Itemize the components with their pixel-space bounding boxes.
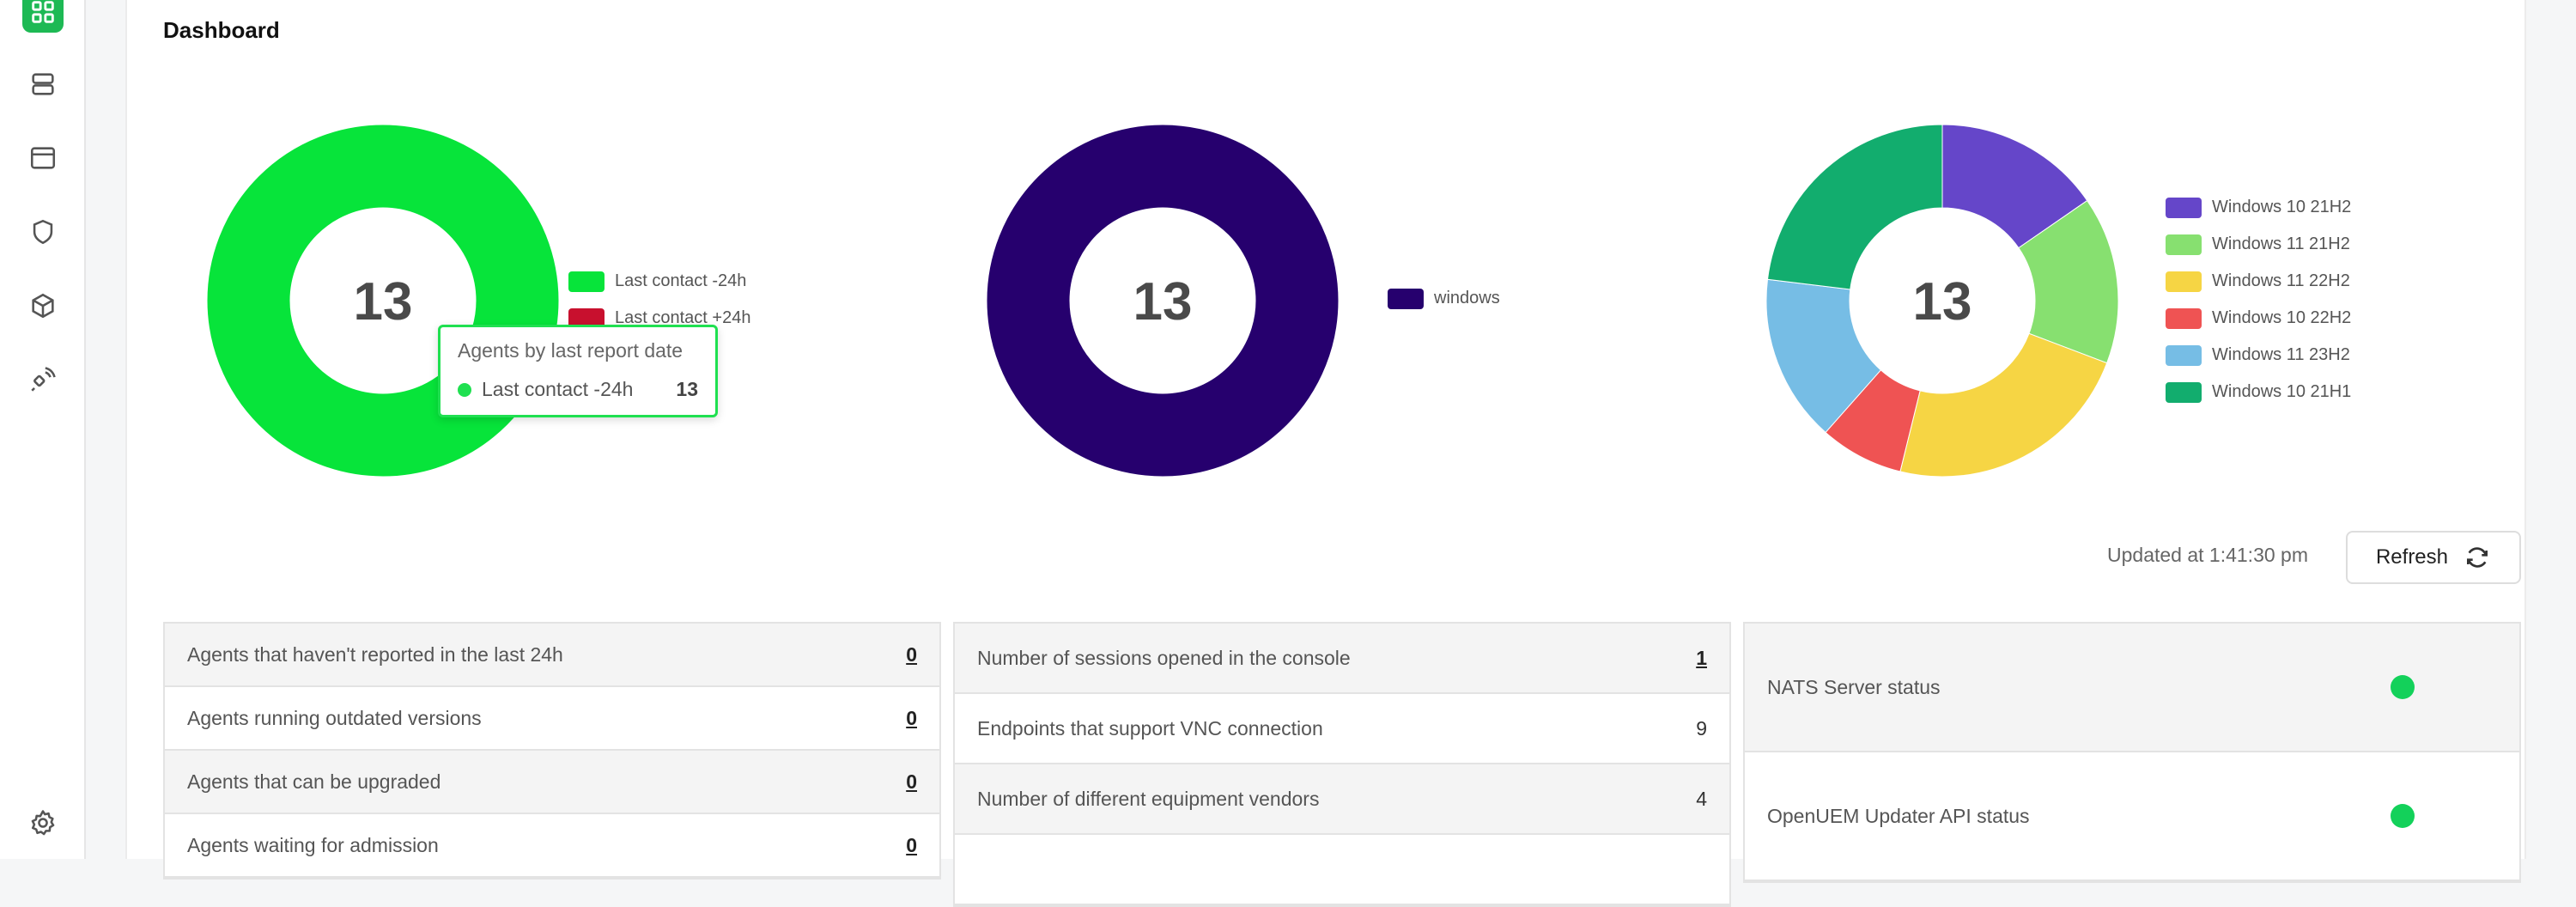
table-row: Number of sessions opened in the console… — [955, 624, 1729, 694]
dashboard-panel: Dashboard 13 Last contact -24h Last cont… — [125, 0, 2526, 907]
agents-by-os-chart: 13 — [982, 120, 1343, 485]
donut-chart-1: 13 — [206, 124, 560, 478]
dashboard-icon[interactable] — [22, 0, 64, 33]
gear-icon[interactable] — [22, 802, 64, 843]
row-value-link[interactable]: 0 — [906, 770, 917, 794]
row-label: Number of different equipment vendors — [977, 787, 1320, 810]
row-label: Number of sessions opened in the console — [977, 646, 1351, 669]
legend-label: Windows 11 22H2 — [2212, 271, 2350, 290]
legend-label: windows — [1434, 289, 1500, 307]
updated-timestamp: Updated at 1:41:30 pm — [2107, 544, 2308, 566]
row-label: NATS Server status — [1767, 675, 1941, 698]
legend-label: Windows 10 21H1 — [2212, 382, 2352, 401]
agents-by-report-date-chart: 13 — [203, 120, 563, 485]
donut-chart-3: 13 — [1765, 124, 2119, 478]
legend-swatch — [2166, 307, 2202, 329]
row-value: 9 — [1696, 716, 1707, 740]
table-row: Endpoints that support VNC connection 9 — [955, 694, 1729, 764]
table-row: Agents running outdated versions 0 — [165, 687, 939, 751]
agents-summary-table: Agents that haven't reported in the last… — [163, 622, 941, 880]
tooltip-title: Agents by last report date — [458, 339, 683, 362]
donut-center-value: 13 — [354, 272, 413, 332]
legend-label: Windows 11 23H2 — [2212, 345, 2350, 364]
row-label: OpenUEM Updater API status — [1767, 804, 2030, 827]
legend-swatch — [2166, 344, 2202, 366]
table-row: Agents that can be upgraded 0 — [165, 751, 939, 814]
table-row — [955, 835, 1729, 905]
legend-item[interactable]: Windows 11 22H2 — [2166, 263, 2351, 300]
table-row: OpenUEM Updater API status — [1745, 752, 2519, 881]
row-label: Agents that can be upgraded — [187, 770, 441, 793]
legend-item[interactable]: Windows 10 21H1 — [2166, 374, 2351, 411]
row-value-link[interactable]: 0 — [906, 707, 917, 730]
legend-item[interactable]: Windows 11 23H2 — [2166, 337, 2351, 374]
status-indicator-icon — [2391, 804, 2415, 828]
window-icon[interactable] — [22, 137, 64, 179]
chart-2-legend: windows — [1388, 280, 1500, 317]
legend-item[interactable]: windows — [1388, 280, 1500, 317]
satellite-icon[interactable] — [22, 359, 64, 400]
agents-by-os-version-chart: 13 — [1762, 120, 2123, 485]
row-label: Agents that haven't reported in the last… — [187, 642, 563, 666]
row-value: 4 — [1696, 787, 1707, 810]
donut-center-value: 13 — [1133, 272, 1193, 332]
refresh-button[interactable]: Refresh — [2346, 531, 2521, 584]
sidebar — [0, 0, 86, 859]
refresh-icon — [2467, 547, 2488, 568]
legend-swatch — [2166, 271, 2202, 292]
table-row: Agents waiting for admission 0 — [165, 814, 939, 878]
legend-label: Windows 11 21H2 — [2212, 234, 2350, 253]
legend-label: Last contact -24h — [615, 271, 747, 290]
shield-icon[interactable] — [22, 211, 64, 253]
legend-swatch — [2166, 234, 2202, 255]
refresh-label: Refresh — [2375, 545, 2449, 569]
legend-item[interactable]: Last contact -24h — [568, 263, 750, 300]
row-value-link[interactable]: 1 — [1696, 647, 1707, 670]
row-value-link[interactable]: 0 — [906, 643, 917, 667]
legend-label: Windows 10 22H2 — [2212, 308, 2352, 327]
row-label: Endpoints that support VNC connection — [977, 716, 1323, 740]
legend-item[interactable]: Windows 11 21H2 — [2166, 226, 2351, 263]
server-icon[interactable] — [22, 64, 64, 105]
table-row: Agents that haven't reported in the last… — [165, 624, 939, 687]
services-status-table: NATS Server status OpenUEM Updater API s… — [1743, 622, 2521, 883]
page-title: Dashboard — [163, 17, 280, 43]
donut-slice[interactable] — [1899, 332, 2108, 478]
legend-item[interactable]: Windows 10 22H2 — [2166, 300, 2351, 337]
endpoints-summary-table: Number of sessions opened in the console… — [953, 622, 1731, 907]
status-indicator-icon — [2391, 675, 2415, 699]
legend-swatch — [2166, 197, 2202, 218]
package-icon[interactable] — [22, 285, 64, 326]
chart-3-legend: Windows 10 21H2 Windows 11 21H2 Windows … — [2166, 189, 2351, 411]
legend-swatch — [568, 271, 605, 292]
tooltip-value: 13 — [676, 378, 698, 400]
legend-label: Windows 10 21H2 — [2212, 198, 2352, 216]
legend-swatch — [1388, 288, 1424, 309]
table-row: Number of different equipment vendors 4 — [955, 764, 1729, 835]
tooltip-dot — [458, 382, 471, 397]
row-label: Agents waiting for admission — [187, 833, 439, 856]
row-label: Agents running outdated versions — [187, 706, 482, 729]
donut-center-value: 13 — [1913, 272, 1972, 332]
donut-slice[interactable] — [1766, 124, 1943, 290]
table-row: NATS Server status — [1745, 624, 2519, 752]
legend-swatch — [2166, 381, 2202, 403]
row-value-link[interactable]: 0 — [906, 834, 917, 857]
donut-chart-2: 13 — [986, 124, 1340, 478]
legend-item[interactable]: Windows 10 21H2 — [2166, 189, 2351, 226]
tooltip-label: Last contact -24h — [482, 378, 634, 400]
chart-tooltip: Agents by last report date Last contact … — [438, 325, 718, 417]
